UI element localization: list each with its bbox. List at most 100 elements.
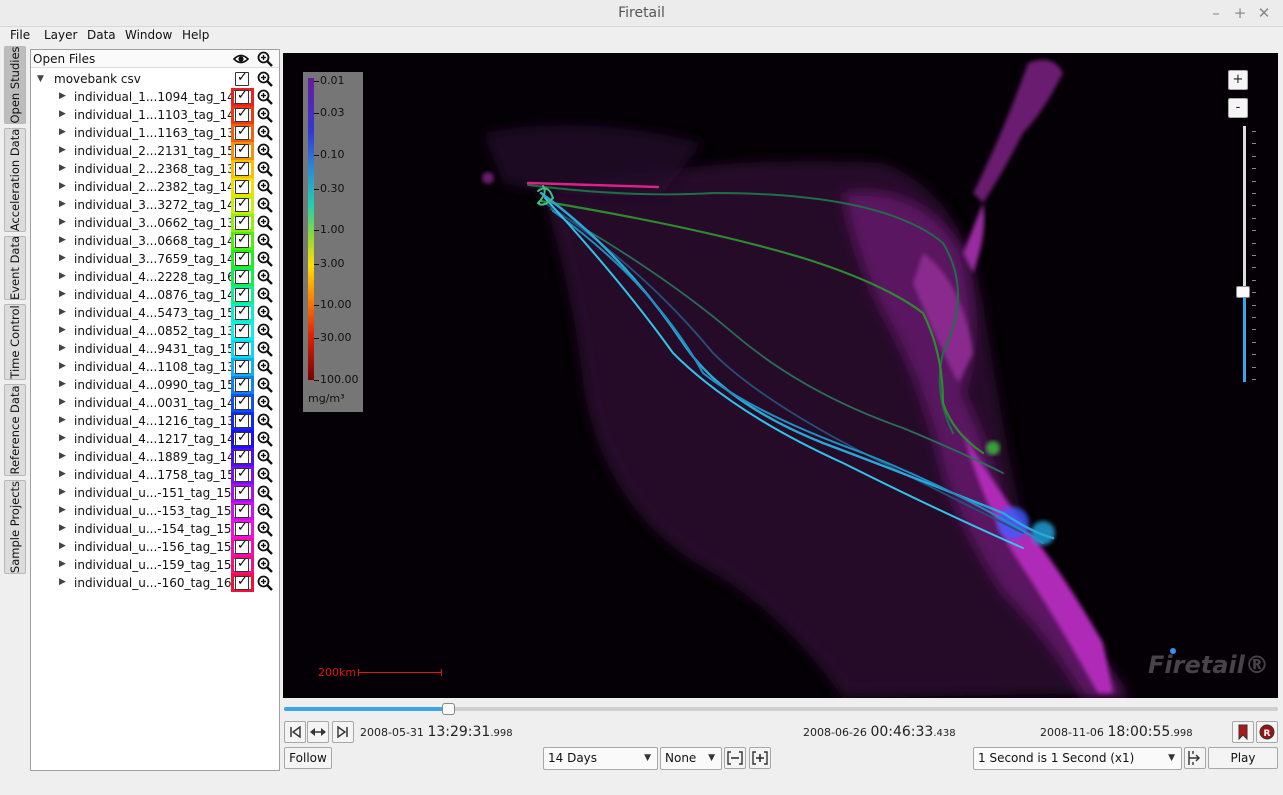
visibility-checkbox[interactable]: [231, 520, 254, 538]
tab-time-control[interactable]: Time Control: [4, 304, 26, 380]
visibility-checkbox[interactable]: [231, 304, 254, 322]
visibility-checkbox[interactable]: [231, 556, 254, 574]
expand-icon[interactable]: ▶: [59, 289, 66, 299]
expand-icon[interactable]: ▶: [59, 271, 66, 281]
visibility-checkbox[interactable]: [231, 286, 254, 304]
zoom-in-button[interactable]: +: [1228, 70, 1248, 90]
visibility-checkbox[interactable]: [231, 484, 254, 502]
file-row[interactable]: ▶ individual_4...0852_tag_131: [31, 322, 279, 340]
visibility-checkbox[interactable]: [231, 160, 254, 178]
zoom-to-icon[interactable]: [257, 233, 273, 249]
zoom-to-icon[interactable]: [257, 71, 273, 87]
timeline-handle[interactable]: [442, 703, 455, 715]
expand-icon[interactable]: ▶: [59, 397, 66, 407]
zoom-out-button[interactable]: -: [1228, 98, 1248, 118]
zoom-to-icon[interactable]: [257, 161, 273, 177]
file-row[interactable]: ▶ individual_4...0990_tag_152: [31, 376, 279, 394]
expand-icon[interactable]: ▶: [59, 541, 66, 551]
file-row[interactable]: ▶ individual_u...-156_tag_156: [31, 538, 279, 556]
zoom-to-icon[interactable]: [257, 557, 273, 573]
file-row[interactable]: ▶ individual_u...-151_tag_151: [31, 484, 279, 502]
expand-icon[interactable]: ▶: [59, 361, 66, 371]
file-row[interactable]: ▶ individual_u...-153_tag_153: [31, 502, 279, 520]
follow-button[interactable]: Follow: [284, 747, 332, 769]
file-row[interactable]: ▶ individual_1...1103_tag_141: [31, 106, 279, 124]
file-row[interactable]: ▶ individual_3...7659_tag_142: [31, 250, 279, 268]
tab-acceleration-data[interactable]: Acceleration Data: [4, 128, 26, 232]
zoom-to-icon[interactable]: [257, 251, 273, 267]
visibility-checkbox[interactable]: [231, 394, 254, 412]
step-forward-button[interactable]: [332, 721, 354, 743]
time-window-select[interactable]: 14 Days ▼: [543, 747, 658, 770]
zoom-to-icon[interactable]: [257, 89, 273, 105]
visibility-checkbox[interactable]: [231, 106, 254, 124]
visibility-checkbox[interactable]: [231, 214, 254, 232]
expand-icon[interactable]: ▶: [59, 235, 66, 245]
visibility-checkbox[interactable]: [231, 448, 254, 466]
zoom-to-icon[interactable]: [257, 215, 273, 231]
file-row[interactable]: ▶ individual_2...2368_tag_135: [31, 160, 279, 178]
expand-icon[interactable]: ▶: [59, 109, 66, 119]
zoom-to-icon[interactable]: [257, 287, 273, 303]
file-row[interactable]: ▶ individual_1...1163_tag_136: [31, 124, 279, 142]
root-visibility-checkbox[interactable]: [231, 70, 254, 88]
visibility-checkbox[interactable]: [231, 466, 254, 484]
visibility-checkbox[interactable]: [231, 376, 254, 394]
expand-icon[interactable]: ▶: [59, 559, 66, 569]
visibility-checkbox[interactable]: [231, 574, 254, 592]
file-row[interactable]: ▶ individual_4...2228_tag_161: [31, 268, 279, 286]
eye-icon[interactable]: [233, 52, 249, 66]
file-row[interactable]: ▶ individual_4...1889_tag_149: [31, 448, 279, 466]
timeline-slider[interactable]: [284, 703, 1278, 715]
zoom-to-icon[interactable]: [257, 575, 273, 591]
zoom-slider-track[interactable]: [1243, 126, 1246, 382]
expand-icon[interactable]: ▶: [59, 415, 66, 425]
expand-icon[interactable]: ▶: [59, 253, 66, 263]
file-row[interactable]: ▶ individual_4...5473_tag_155: [31, 304, 279, 322]
visibility-checkbox[interactable]: [231, 430, 254, 448]
zoom-to-icon[interactable]: [257, 305, 273, 321]
record-button[interactable]: R: [1256, 721, 1278, 743]
visibility-checkbox[interactable]: [231, 268, 254, 286]
zoom-all-icon[interactable]: [257, 51, 273, 67]
menu-data[interactable]: Data: [87, 28, 116, 42]
visibility-checkbox[interactable]: [231, 358, 254, 376]
expand-icon[interactable]: ▶: [59, 343, 66, 353]
expand-icon[interactable]: ▶: [59, 307, 66, 317]
close-button[interactable]: ✕: [1254, 3, 1274, 23]
expand-icon[interactable]: ▶: [59, 451, 66, 461]
zoom-to-icon[interactable]: [257, 377, 273, 393]
expand-icon[interactable]: ▶: [59, 127, 66, 137]
shrink-window-button[interactable]: [724, 747, 746, 769]
menu-file[interactable]: File: [10, 28, 30, 42]
tab-open-studies[interactable]: Open Studies: [4, 46, 26, 124]
tab-reference-data[interactable]: Reference Data: [4, 384, 26, 476]
visibility-checkbox[interactable]: [231, 142, 254, 160]
zoom-to-icon[interactable]: [257, 341, 273, 357]
visibility-checkbox[interactable]: [231, 322, 254, 340]
expand-window-button[interactable]: [749, 747, 771, 769]
visibility-checkbox[interactable]: [231, 232, 254, 250]
expand-icon[interactable]: ▶: [59, 325, 66, 335]
menu-window[interactable]: Window: [125, 28, 172, 42]
file-row[interactable]: ▶ individual_u...-154_tag_154: [31, 520, 279, 538]
step-back-button[interactable]: [284, 721, 306, 743]
expand-icon[interactable]: ▶: [59, 379, 66, 389]
tab-sample-projects[interactable]: Sample Projects: [4, 480, 26, 574]
zoom-to-icon[interactable]: [257, 179, 273, 195]
tree-root[interactable]: ▼ movebank csv: [31, 70, 279, 88]
menu-help[interactable]: Help: [182, 28, 209, 42]
file-row[interactable]: ▶ individual_1...1094_tag_146: [31, 88, 279, 106]
playback-speed-select[interactable]: 1 Second is 1 Second (x1) ▼: [973, 747, 1182, 770]
zoom-to-icon[interactable]: [257, 431, 273, 447]
zoom-to-icon[interactable]: [257, 521, 273, 537]
visibility-checkbox[interactable]: [231, 502, 254, 520]
zoom-to-icon[interactable]: [257, 413, 273, 429]
file-row[interactable]: ▶ individual_u...-160_tag_160: [31, 574, 279, 592]
bookmark-button[interactable]: [1232, 721, 1254, 743]
visibility-checkbox[interactable]: [231, 412, 254, 430]
zoom-to-icon[interactable]: [257, 485, 273, 501]
visibility-checkbox[interactable]: [231, 124, 254, 142]
file-row[interactable]: ▶ individual_4...0031_tag_140: [31, 394, 279, 412]
zoom-to-icon[interactable]: [257, 125, 273, 141]
